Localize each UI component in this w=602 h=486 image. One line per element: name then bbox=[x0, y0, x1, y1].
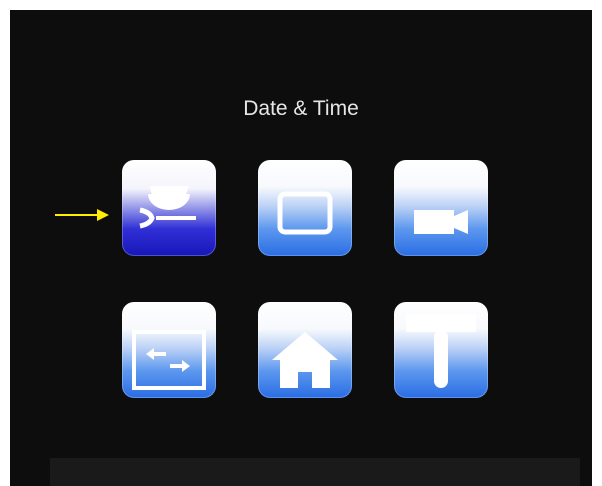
tool-handle-icon bbox=[406, 314, 476, 388]
menu-tile-home[interactable] bbox=[258, 302, 352, 398]
menu-tile-tool[interactable] bbox=[394, 302, 488, 398]
tv-display-icon bbox=[277, 191, 333, 235]
menu-tile-camera[interactable] bbox=[394, 160, 488, 256]
menu-tile-display[interactable] bbox=[258, 160, 352, 256]
wrench-settings-icon bbox=[139, 186, 196, 229]
menu-tile-switch[interactable] bbox=[122, 302, 216, 398]
page-title: Date & Time bbox=[243, 97, 359, 120]
device-screen: Date & Time bbox=[10, 10, 592, 486]
switch-arrows-icon bbox=[132, 330, 206, 390]
status-bar bbox=[50, 458, 580, 486]
menu-tile-settings[interactable] bbox=[122, 160, 216, 256]
video-camera-icon bbox=[414, 210, 468, 234]
selection-arrow-icon bbox=[55, 209, 109, 221]
home-icon bbox=[272, 332, 338, 388]
